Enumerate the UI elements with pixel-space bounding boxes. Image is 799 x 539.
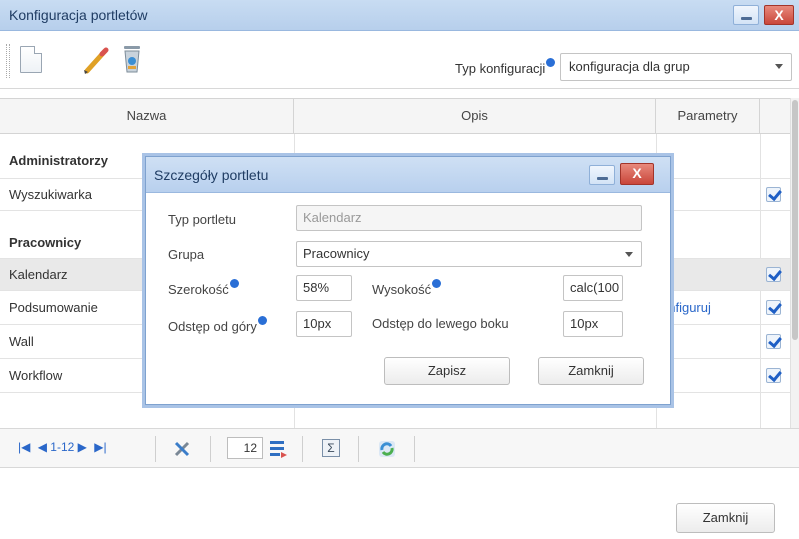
info-icon — [257, 316, 267, 325]
group-select[interactable]: Pracownicy — [296, 241, 642, 267]
dialog-title-bar: Szczegóły portletu X — [146, 157, 670, 193]
row-name: Kalendarz — [9, 267, 68, 282]
edit-pencil-icon[interactable] — [80, 44, 112, 76]
dialog-title: Szczegóły portletu — [154, 167, 269, 183]
window-title-bar: Konfiguracja portletów X — [0, 0, 799, 31]
row-name: Workflow — [9, 368, 63, 383]
separator — [358, 436, 359, 462]
dialog-close-x-button[interactable]: X — [620, 163, 654, 185]
sum-icon[interactable]: Σ — [322, 439, 340, 457]
page-size-icon[interactable] — [268, 438, 288, 460]
separator — [414, 436, 415, 462]
config-type-select[interactable]: konfiguracja dla grup — [560, 53, 792, 81]
close-window-button[interactable]: X — [764, 5, 794, 25]
info-icon — [546, 58, 556, 67]
pager: |◀ ◀ 1-12 ▶ ▶| 12 Σ — [0, 428, 799, 468]
enabled-checkbox[interactable] — [766, 267, 781, 282]
separator — [210, 436, 211, 462]
chevron-down-icon — [775, 64, 783, 69]
enabled-checkbox[interactable] — [766, 368, 781, 383]
enabled-checkbox[interactable] — [766, 187, 781, 202]
grid-scrollbar[interactable] — [790, 98, 799, 428]
close-button[interactable]: Zamknij — [676, 503, 775, 533]
left-offset-label: Odstęp do lewego boku — [372, 316, 509, 331]
toolbar-grip — [6, 44, 10, 78]
group-header-pracownicy: Pracownicy — [9, 235, 82, 250]
next-page-icon[interactable]: ▶ — [78, 440, 87, 454]
toolbar: Typ konfiguracji konfiguracja dla grup — [0, 32, 799, 89]
tools-icon[interactable] — [172, 439, 194, 459]
refresh-icon[interactable] — [376, 438, 398, 460]
grid-header: Nazwa Opis Parametry — [0, 98, 799, 134]
enabled-checkbox[interactable] — [766, 334, 781, 349]
minimize-button[interactable] — [733, 5, 759, 25]
column-header-parametry[interactable]: Parametry — [656, 99, 760, 133]
width-label: Szerokość — [168, 279, 239, 297]
dialog-minimize-button[interactable] — [589, 165, 615, 185]
page-range: 1-12 — [50, 440, 75, 454]
config-type-label: Typ konfiguracji — [455, 58, 556, 76]
portlet-type-label: Typ portletu — [168, 212, 236, 227]
height-label: Wysokość — [372, 279, 442, 297]
prev-page-icon[interactable]: ◀ — [38, 440, 47, 454]
info-icon — [229, 279, 239, 288]
width-input[interactable]: 58% — [296, 275, 352, 301]
delete-trash-icon[interactable] — [118, 42, 146, 76]
pager-nav: |◀ ◀ 1-12 ▶ ▶| — [18, 440, 107, 454]
chevron-down-icon — [625, 252, 633, 257]
row-name: Wall — [9, 334, 34, 349]
group-header-administratorzy: Administratorzy — [9, 153, 108, 168]
group-label: Grupa — [168, 247, 205, 262]
column-header-opis[interactable]: Opis — [294, 99, 656, 133]
last-page-icon[interactable]: ▶| — [94, 440, 106, 454]
save-button[interactable]: Zapisz — [384, 357, 510, 385]
separator — [302, 436, 303, 462]
left-offset-input[interactable]: 10px — [563, 311, 623, 337]
column-header-nazwa[interactable]: Nazwa — [0, 99, 294, 133]
dialog-close-button[interactable]: Zamknij — [538, 357, 644, 385]
first-page-icon[interactable]: |◀ — [18, 440, 30, 454]
separator — [155, 436, 156, 462]
new-document-icon[interactable] — [20, 46, 42, 73]
top-offset-label: Odstęp od góry — [168, 316, 267, 334]
portlet-details-dialog: Szczegóły portletu X Typ portletu Kalend… — [145, 156, 671, 405]
enabled-checkbox[interactable] — [766, 300, 781, 315]
height-input[interactable]: calc(100 — [563, 275, 623, 301]
row-name: Wyszukiwarka — [9, 187, 92, 202]
info-icon — [432, 279, 442, 288]
window-title: Konfiguracja portletów — [9, 7, 148, 23]
row-name: Podsumowanie — [9, 300, 98, 315]
page-size-input[interactable]: 12 — [227, 437, 263, 459]
portlet-type-field: Kalendarz — [296, 205, 642, 231]
top-offset-input[interactable]: 10px — [296, 311, 352, 337]
